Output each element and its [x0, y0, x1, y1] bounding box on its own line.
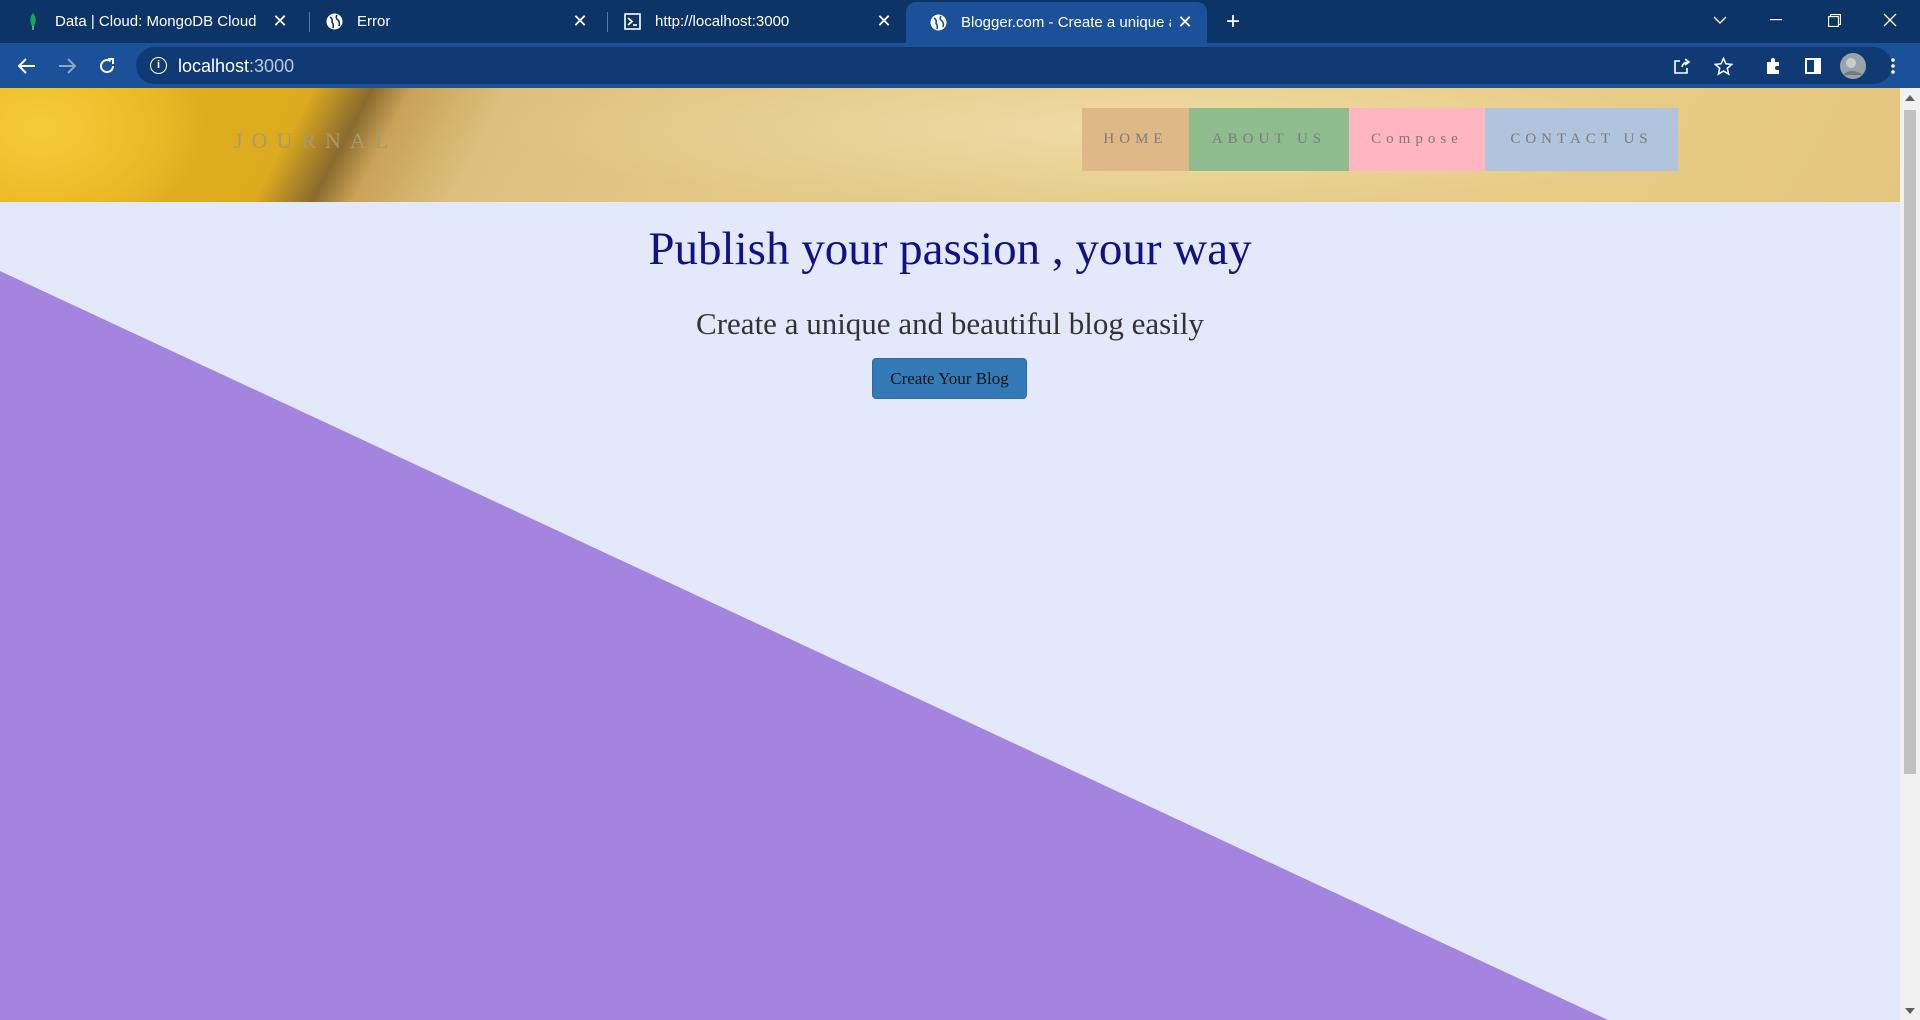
site-info-icon[interactable]: i — [150, 57, 167, 74]
browser-toolbar: i localhost:3000 — [0, 43, 1920, 88]
profile-avatar[interactable] — [1836, 49, 1870, 83]
address-bar[interactable]: i localhost:3000 — [136, 47, 1892, 84]
site-nav: HOME ABOUT US Compose CONTACT US — [1082, 108, 1678, 171]
nav-home[interactable]: HOME — [1082, 108, 1189, 171]
close-icon[interactable]: ✕ — [266, 8, 294, 36]
bookmark-star-icon[interactable] — [1706, 49, 1740, 83]
create-blog-button[interactable]: Create Your Blog — [872, 358, 1027, 399]
site-brand-logo[interactable]: JOURNAL — [234, 128, 397, 154]
close-icon[interactable]: ✕ — [566, 8, 594, 36]
vertical-scrollbar[interactable] — [1900, 88, 1920, 1020]
tab-search-chevron-icon[interactable] — [1692, 0, 1748, 40]
address-url[interactable]: localhost:3000 — [178, 56, 294, 77]
minimize-icon[interactable] — [1748, 0, 1804, 40]
terminal-icon — [624, 13, 641, 30]
nav-contact-us[interactable]: CONTACT US — [1485, 108, 1678, 171]
browser-tab-strip: Data | Cloud: MongoDB Cloud ✕ Error ✕ ht… — [0, 0, 1920, 43]
reload-button[interactable] — [90, 49, 124, 83]
forward-arrow-icon — [59, 58, 76, 74]
back-button[interactable] — [10, 49, 44, 83]
nav-about-us[interactable]: ABOUT US — [1189, 108, 1349, 171]
extensions-puzzle-icon[interactable] — [1756, 49, 1790, 83]
tab-title: http://localhost:3000 — [655, 13, 790, 30]
globe-icon — [930, 14, 947, 31]
new-tab-button[interactable]: + — [1218, 7, 1248, 37]
reload-icon — [100, 58, 115, 74]
site-header: JOURNAL HOME ABOUT US Compose CONTACT US — [0, 88, 1900, 202]
close-icon[interactable]: ✕ — [1171, 9, 1199, 37]
tab-blogger-active[interactable]: Blogger.com - Create a unique ar ✕ — [906, 2, 1207, 43]
close-icon[interactable]: ✕ — [870, 8, 898, 36]
mongodb-leaf-icon — [24, 13, 41, 30]
globe-icon — [326, 13, 343, 30]
side-panel-icon[interactable] — [1796, 49, 1830, 83]
hero-subtitle: Create a unique and beautiful blog easil… — [696, 306, 1204, 341]
scroll-up-icon[interactable] — [1905, 95, 1915, 101]
scrollbar-thumb[interactable] — [1904, 110, 1916, 774]
tab-title: Error — [357, 13, 391, 30]
browser-menu-icon[interactable] — [1876, 49, 1910, 83]
tab-localhost[interactable]: http://localhost:3000 ✕ — [600, 0, 906, 43]
restore-icon[interactable] — [1806, 0, 1862, 40]
nav-compose[interactable]: Compose — [1349, 108, 1485, 171]
tab-error[interactable]: Error ✕ — [302, 0, 602, 43]
tab-mongodb[interactable]: Data | Cloud: MongoDB Cloud ✕ — [0, 0, 302, 43]
page-content: JOURNAL HOME ABOUT US Compose CONTACT US… — [0, 88, 1900, 1020]
back-arrow-icon — [18, 58, 35, 74]
page-viewport: JOURNAL HOME ABOUT US Compose CONTACT US… — [0, 88, 1920, 1020]
tab-title: Data | Cloud: MongoDB Cloud — [55, 13, 257, 30]
hero-title: Publish your passion , your way — [648, 223, 1252, 275]
scroll-down-icon[interactable] — [1905, 1008, 1915, 1014]
forward-button[interactable] — [50, 49, 84, 83]
close-window-icon[interactable] — [1862, 0, 1918, 40]
tab-title: Blogger.com - Create a unique ar — [961, 14, 1171, 31]
share-icon[interactable] — [1665, 49, 1699, 83]
